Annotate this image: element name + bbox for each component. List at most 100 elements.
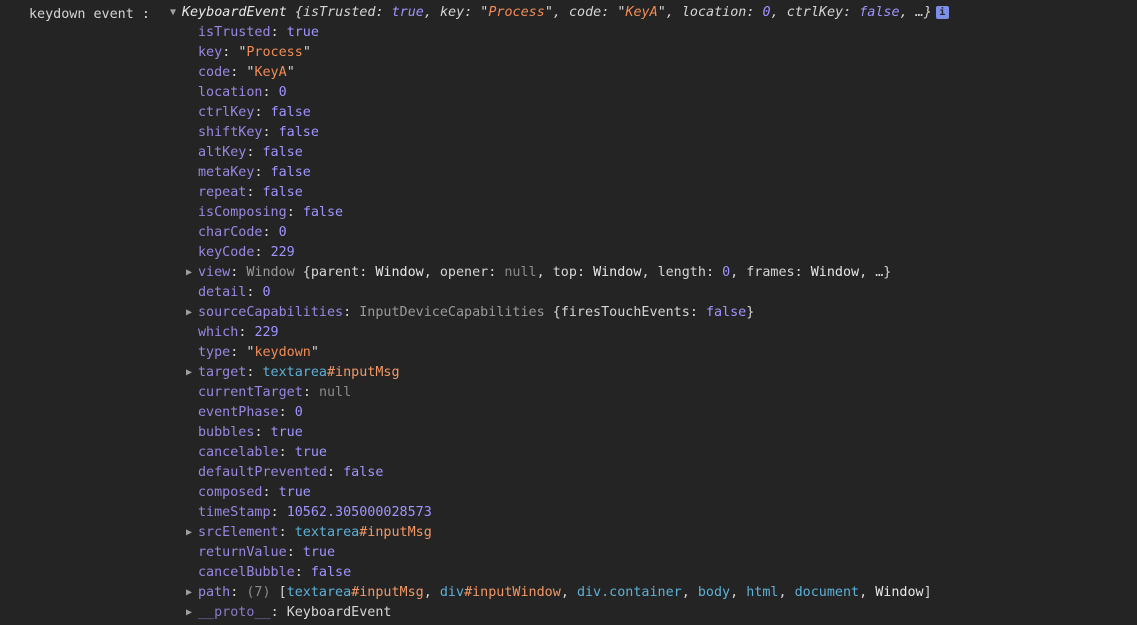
property-row: which: 229: [198, 325, 279, 340]
triangle-right-icon[interactable]: ▶: [186, 523, 198, 543]
property-value-part: null: [504, 265, 537, 280]
property-key: cancelable: [198, 445, 279, 460]
property-value-part: length: [657, 265, 706, 280]
property-value-part: }: [746, 305, 755, 320]
property-key: detail: [198, 285, 247, 300]
property-key: shiftKey: [198, 125, 263, 140]
property-key: srcElement: [198, 525, 279, 540]
info-icon[interactable]: i: [935, 6, 949, 19]
property-row[interactable]: ▶ path: (7) [textarea#inputMsg, div#input…: [186, 583, 932, 603]
property-key: sourceCapabilities: [198, 305, 344, 320]
property-row: altKey: false: [198, 145, 303, 160]
property-value: KeyA: [254, 65, 287, 80]
property-key: target: [198, 365, 247, 380]
property-value-part[interactable]: #inputMsg: [351, 585, 424, 600]
property-value-part[interactable]: #inputMsg: [327, 365, 400, 380]
summary-key: code: [569, 5, 602, 20]
property-key: __proto__: [198, 605, 271, 620]
property-row[interactable]: ▶ __proto__: KeyboardEvent: [186, 603, 932, 623]
summary-tail: , …}: [899, 5, 932, 20]
summary-value: 0: [762, 5, 771, 20]
property-value: 229: [270, 245, 295, 260]
property-value-part: ]: [923, 585, 932, 600]
property-key: charCode: [198, 225, 263, 240]
triangle-right-icon[interactable]: ▶: [186, 603, 198, 623]
property-key: code: [198, 65, 231, 80]
property-key: which: [198, 325, 239, 340]
property-row: cancelable: true: [198, 445, 327, 460]
property-key: cancelBubble: [198, 565, 295, 580]
property-row: eventPhase: 0: [198, 405, 303, 420]
property-value-part[interactable]: textarea: [287, 585, 352, 600]
summary-value: true: [391, 5, 424, 20]
property-value: Process: [246, 45, 303, 60]
property-key: composed: [198, 485, 263, 500]
property-value-part: (7): [246, 585, 271, 600]
property-value-part: :: [488, 265, 505, 280]
property-value-part[interactable]: html: [746, 585, 778, 600]
property-row: location: 0: [198, 85, 287, 100]
triangle-right-icon[interactable]: ▶: [186, 583, 198, 603]
property-value: true: [286, 25, 319, 40]
triangle-right-icon[interactable]: ▶: [186, 263, 198, 283]
triangle-right-icon[interactable]: ▶: [186, 363, 198, 383]
triangle-right-icon[interactable]: ▶: [186, 303, 198, 323]
property-value-part[interactable]: div: [577, 585, 601, 600]
summary-open: {: [286, 5, 303, 20]
property-value-part[interactable]: #inputMsg: [359, 525, 432, 540]
summary-key: isTrusted: [302, 5, 376, 20]
triangle-down-icon[interactable]: ▼: [170, 3, 182, 23]
property-key: location: [198, 85, 263, 100]
property-key: altKey: [198, 145, 247, 160]
property-value-part: [: [270, 585, 287, 600]
property-value-part: Window: [875, 585, 924, 600]
property-row: defaultPrevented: false: [198, 465, 384, 480]
console-object-summary[interactable]: ▼ KeyboardEvent {isTrusted: true, key: "P…: [170, 3, 949, 23]
property-key: eventPhase: [198, 405, 279, 420]
property-value-part: Window: [246, 265, 295, 280]
property-value-part: ,: [859, 585, 876, 600]
property-value-part: frames: [746, 265, 795, 280]
property-value-part[interactable]: div: [440, 585, 464, 600]
property-value: true: [278, 485, 311, 500]
property-value-part: top: [552, 265, 577, 280]
property-row: detail: 0: [198, 285, 271, 300]
property-row[interactable]: ▶ srcElement: textarea#inputMsg: [186, 523, 932, 543]
property-value-part: InputDeviceCapabilities: [359, 305, 545, 320]
property-value-part: {: [294, 265, 311, 280]
property-key: bubbles: [198, 425, 255, 440]
property-value-part: ,: [423, 265, 440, 280]
property-value: false: [302, 205, 344, 220]
property-value: true: [270, 425, 303, 440]
property-row: ctrlKey: false: [198, 105, 311, 120]
property-key: returnValue: [198, 545, 287, 560]
property-value-part[interactable]: textarea: [263, 365, 328, 380]
property-row[interactable]: ▶ view: Window {parent: Window, opener: n…: [186, 263, 932, 283]
property-row[interactable]: ▶ target: textarea#inputMsg: [186, 363, 932, 383]
property-key: view: [198, 265, 231, 280]
property-value-part[interactable]: document: [795, 585, 860, 600]
property-value-part[interactable]: body: [698, 585, 730, 600]
property-value-part[interactable]: .container: [601, 585, 682, 600]
property-value-part[interactable]: textarea: [295, 525, 360, 540]
property-value-part: ,: [423, 585, 440, 600]
property-value-part: false: [705, 305, 747, 320]
property-value-part: ,: [778, 585, 795, 600]
property-key: metaKey: [198, 165, 255, 180]
property-row: metaKey: false: [198, 165, 311, 180]
property-row[interactable]: ▶ sourceCapabilities: InputDeviceCapabili…: [186, 303, 932, 323]
property-value-part: ,: [730, 265, 747, 280]
property-key: type: [198, 345, 231, 360]
property-value-part: KeyboardEvent: [286, 605, 392, 620]
property-row: timeStamp: 10562.305000028573: [198, 505, 432, 520]
property-value: false: [343, 465, 384, 480]
property-value: true: [302, 545, 336, 560]
property-value-part: Window: [810, 265, 860, 280]
property-row: key: "Process": [198, 45, 311, 60]
property-key: key: [198, 45, 223, 60]
property-value: 10562.305000028573: [286, 505, 432, 520]
property-row: isTrusted: true: [198, 25, 319, 40]
property-value-part[interactable]: #inputWindow: [464, 585, 561, 600]
property-value-part: :: [689, 305, 706, 320]
property-row: shiftKey: false: [198, 125, 319, 140]
